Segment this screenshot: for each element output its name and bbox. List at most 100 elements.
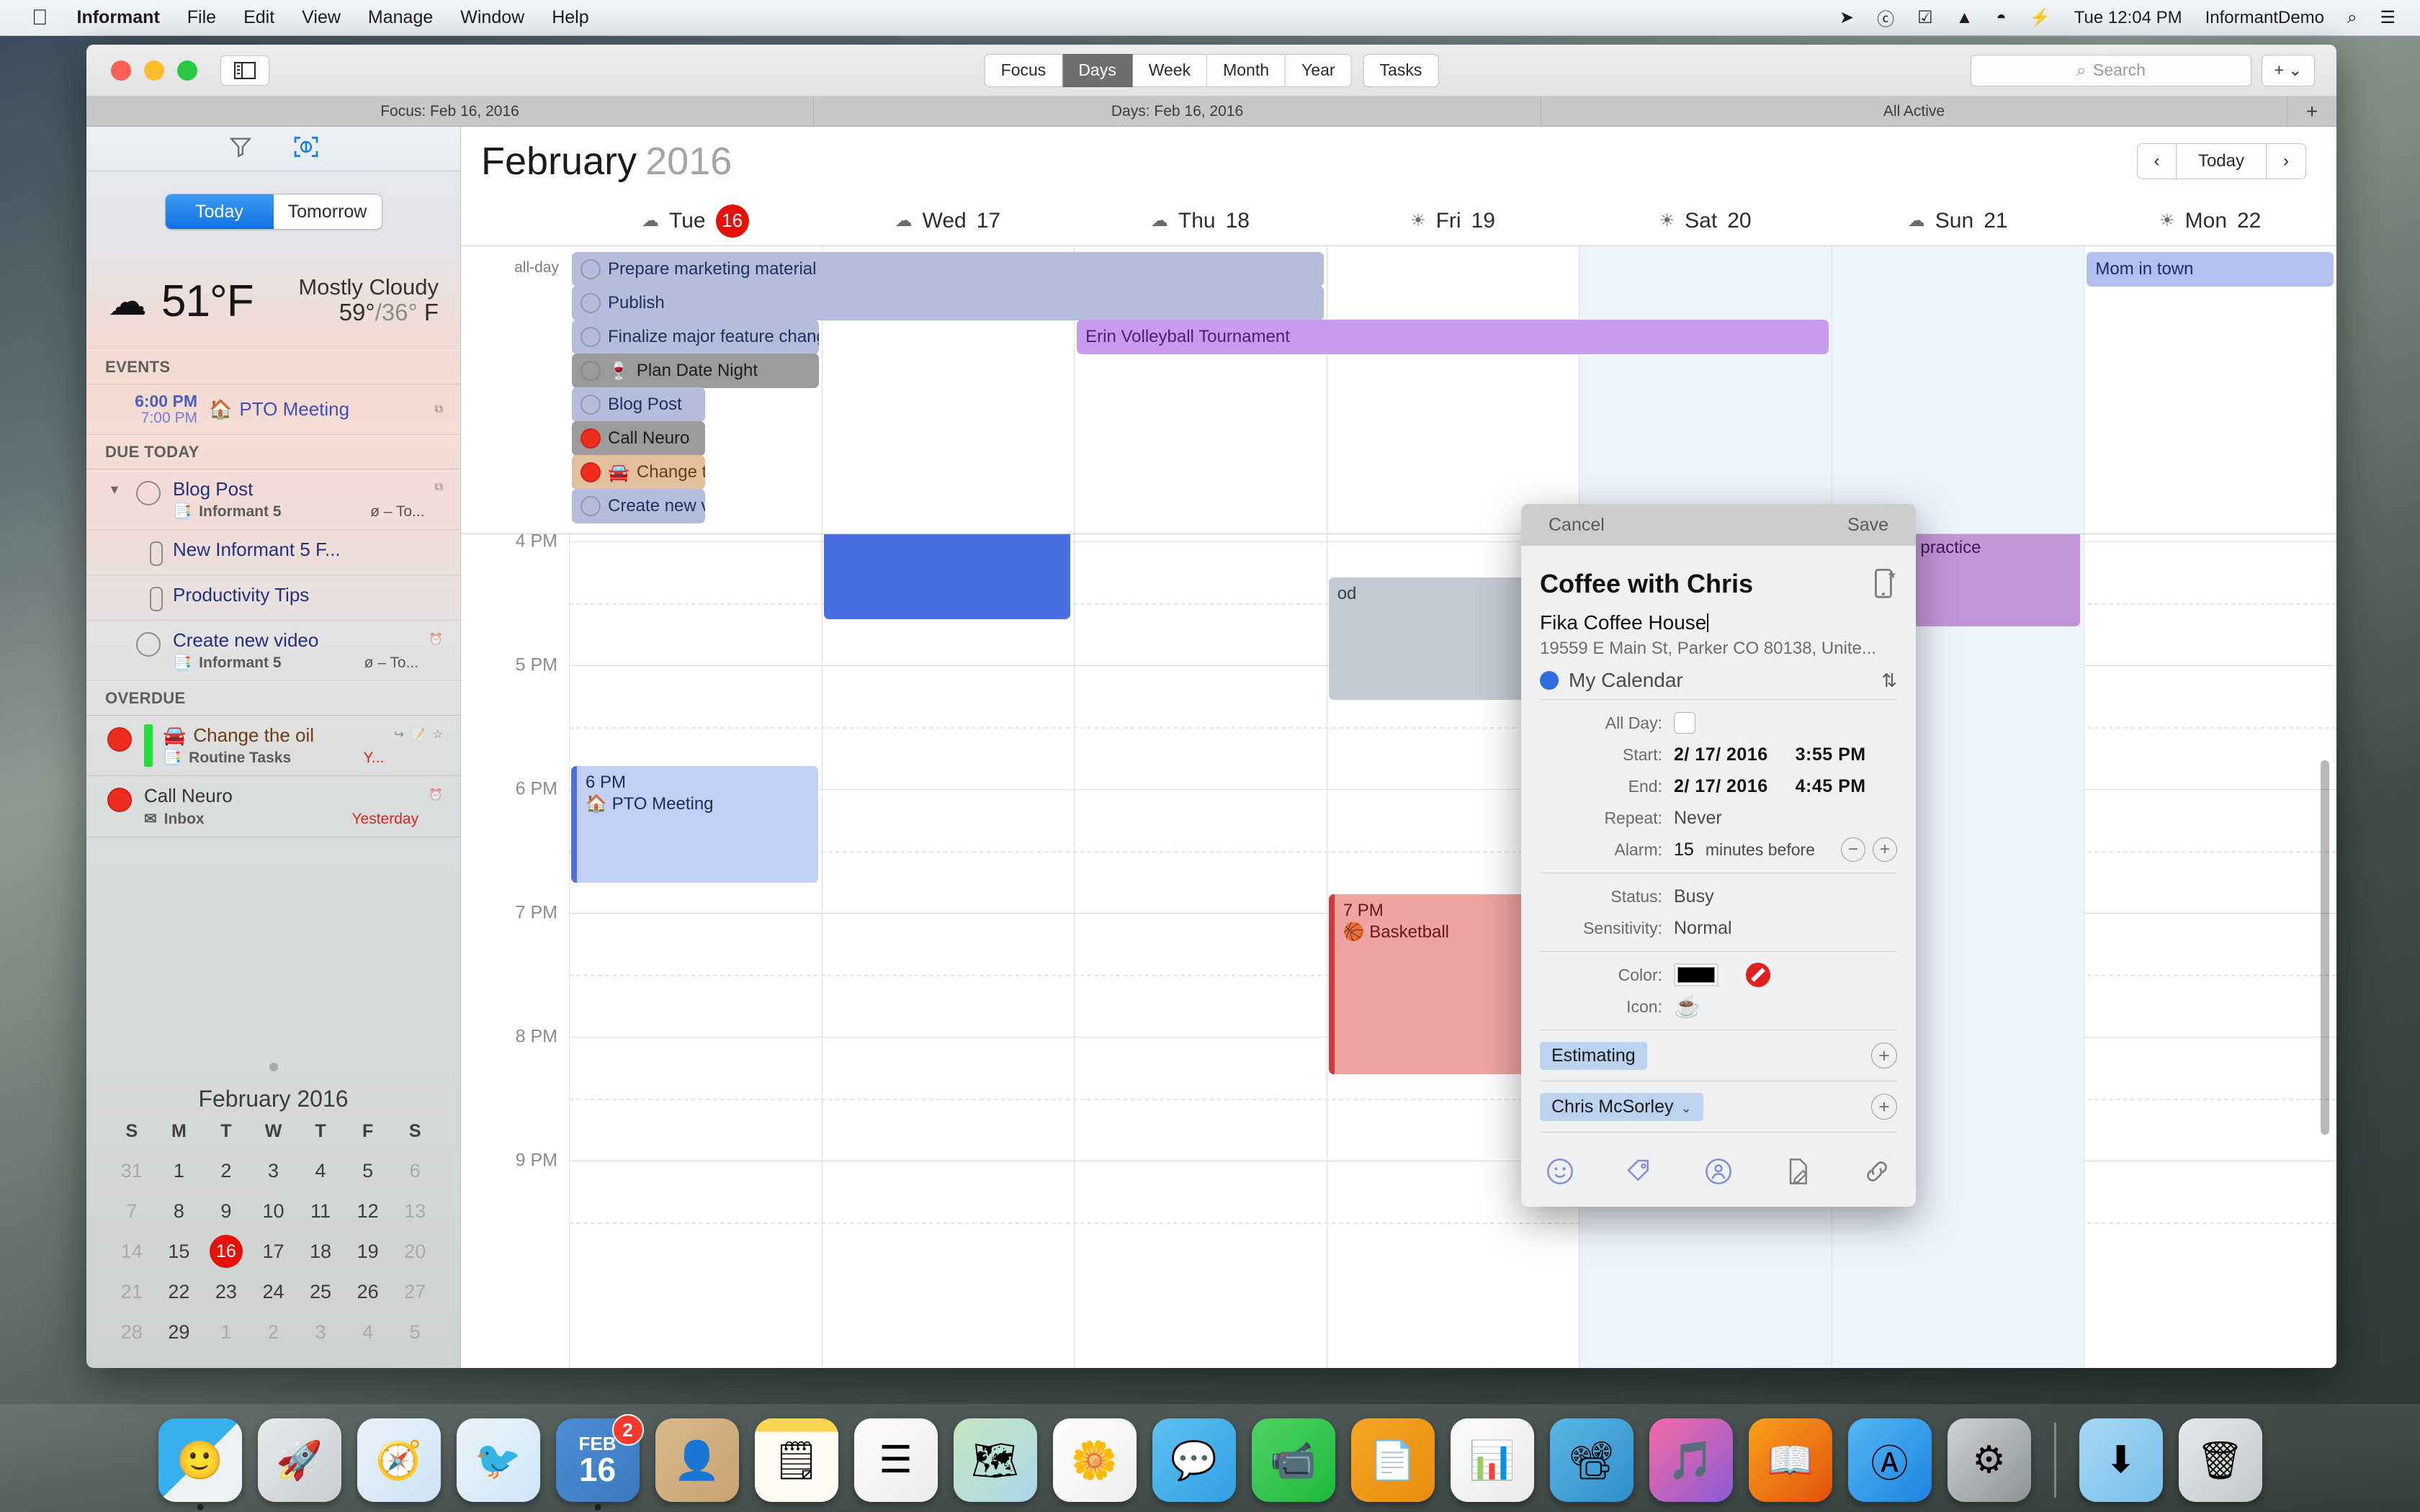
dock-pages[interactable]: 📄 xyxy=(1351,1418,1435,1502)
task-disclosure-triangle[interactable]: ▼ xyxy=(105,478,124,498)
start-date-field[interactable]: 2/ 17/ 2016 xyxy=(1674,744,1768,765)
task-action-icons[interactable]: ⏰ xyxy=(429,629,443,647)
apple-menu-icon[interactable]:  xyxy=(32,7,48,29)
day-header-fri[interactable]: ☀ Fri 19 xyxy=(1327,196,1579,246)
sidebar-event-row[interactable]: 6:00 PM 7:00 PM 🏠PTO Meeting ⧉ xyxy=(86,384,460,435)
mini-cal-day[interactable]: 21 xyxy=(108,1274,156,1309)
mini-cal-day[interactable]: 7 xyxy=(108,1194,156,1228)
menu-window[interactable]: Window xyxy=(460,7,524,28)
note-icon[interactable] xyxy=(1783,1157,1812,1191)
mini-cal-day[interactable]: 1 xyxy=(202,1315,250,1349)
mini-cal-day[interactable]: 8 xyxy=(156,1194,203,1228)
mini-cal-day[interactable]: 18 xyxy=(297,1234,344,1269)
all-day-event[interactable]: Publish xyxy=(572,286,1324,320)
mini-cal-day[interactable]: 10 xyxy=(250,1194,297,1228)
all-day-event[interactable]: Blog Post xyxy=(572,387,705,422)
view-tab-focus[interactable]: Focus xyxy=(985,54,1063,87)
all-day-event[interactable]: Prepare marketing material xyxy=(572,252,1324,287)
today-button[interactable]: Today xyxy=(2177,144,2267,179)
creative-cloud-icon[interactable]: ⓒ xyxy=(1877,5,1894,30)
task-checkbox[interactable] xyxy=(150,587,163,611)
dock-trash[interactable]: 🗑 xyxy=(2179,1418,2262,1502)
menubar-username[interactable]: InformantDemo xyxy=(2205,8,2324,28)
event-checkbox[interactable] xyxy=(581,496,601,516)
calendar-selector[interactable]: My Calendar ⇅ xyxy=(1540,669,1897,692)
mini-cal-day[interactable]: 24 xyxy=(250,1274,297,1309)
view-tab-month[interactable]: Month xyxy=(1207,54,1286,87)
due-today-task-row[interactable]: Create new video 📑 Informant 5 ø – To...… xyxy=(86,621,460,681)
subbar-focus-tab[interactable]: Focus: Feb 16, 2016 xyxy=(86,96,814,126)
mini-cal-day[interactable]: 13 xyxy=(391,1194,439,1228)
all-day-checkbox[interactable] xyxy=(1674,712,1695,734)
mini-cal-day[interactable]: 5 xyxy=(344,1153,392,1188)
view-tab-year[interactable]: Year xyxy=(1286,54,1351,87)
mini-cal-day[interactable]: 23 xyxy=(202,1274,250,1309)
dock-appstore[interactable]: Ⓐ xyxy=(1848,1418,1932,1502)
notification-center-icon[interactable]: ☰ xyxy=(2380,7,2396,28)
dock-contacts[interactable]: 👤 xyxy=(655,1418,739,1502)
mini-cal-day[interactable]: 9 xyxy=(202,1194,250,1228)
menu-help[interactable]: Help xyxy=(552,7,588,28)
dock-finder[interactable]: 🙂 xyxy=(158,1418,242,1502)
alarm-value[interactable]: 15 xyxy=(1674,840,1694,860)
task-action-icons[interactable]: ⏰ xyxy=(429,785,443,802)
menu-view[interactable]: View xyxy=(302,7,341,28)
mini-cal-day[interactable]: 29 xyxy=(156,1315,203,1349)
mini-cal-day[interactable]: 16 xyxy=(202,1234,250,1269)
mini-cal-day[interactable]: 2 xyxy=(202,1153,250,1188)
wifi-icon[interactable]: ◓ xyxy=(1996,8,2007,28)
event-location-field[interactable]: Fika Coffee House xyxy=(1540,611,1897,634)
previous-period-button[interactable]: ‹ xyxy=(2138,144,2177,179)
search-input[interactable]: ⌕ Search xyxy=(1971,55,2251,86)
dock-numbers[interactable]: 📊 xyxy=(1451,1418,1534,1502)
vertical-scrollbar[interactable] xyxy=(2321,760,2329,1135)
next-period-button[interactable]: › xyxy=(2267,144,2305,179)
clear-color-icon[interactable] xyxy=(1746,963,1770,987)
task-checkbox[interactable] xyxy=(107,788,132,812)
alarm-decrement-button[interactable]: − xyxy=(1841,837,1865,862)
dock-calendar[interactable]: FEB 162 xyxy=(556,1418,640,1502)
cancel-button[interactable]: Cancel xyxy=(1549,515,1605,536)
dock-maps[interactable]: 🗺 xyxy=(954,1418,1037,1502)
tag-icon[interactable] xyxy=(1625,1157,1654,1191)
calendar-stepper-icon[interactable]: ⇅ xyxy=(1881,673,1897,688)
tag-chip[interactable]: Estimating xyxy=(1540,1042,1647,1070)
all-day-event[interactable]: 🚘Change the oil xyxy=(572,455,705,490)
day-toggle-tomorrow[interactable]: Tomorrow xyxy=(274,194,382,229)
overdue-task-row[interactable]: 🚘Change the oil 📑 Routine Tasks Y... ↪📝☆ xyxy=(86,716,460,776)
dock-downloads-folder[interactable]: ⬇ xyxy=(2079,1418,2163,1502)
alarm-increment-button[interactable]: + xyxy=(1873,837,1897,862)
event-icon-value[interactable]: ☕ xyxy=(1674,994,1700,1020)
day-header-sat[interactable]: ☀ Sat 20 xyxy=(1579,196,1832,246)
location-icon[interactable]: ➤ xyxy=(1839,7,1854,28)
dock-facetime[interactable]: 📹 xyxy=(1252,1418,1335,1502)
mini-cal-day[interactable]: 31 xyxy=(108,1153,156,1188)
status-value[interactable]: Busy xyxy=(1674,886,1714,907)
view-tab-week[interactable]: Week xyxy=(1133,54,1207,87)
event-checkbox[interactable] xyxy=(581,293,601,313)
mini-cal-day[interactable]: 3 xyxy=(250,1153,297,1188)
mini-cal-day[interactable]: 15 xyxy=(156,1234,203,1269)
dock-reminders[interactable]: ☰ xyxy=(854,1418,938,1502)
subbar-add-tab-button[interactable]: + xyxy=(2287,96,2336,126)
dock-launchpad[interactable]: 🚀 xyxy=(258,1418,341,1502)
menubar-clock[interactable]: Tue 12:04 PM xyxy=(2074,8,2182,28)
mini-cal-day[interactable]: 11 xyxy=(297,1194,344,1228)
mini-cal-day[interactable]: 6 xyxy=(391,1153,439,1188)
all-day-event[interactable]: Call Neuro xyxy=(572,421,705,456)
all-day-event[interactable]: 🍷Plan Date Night xyxy=(572,354,819,388)
event-checkbox[interactable] xyxy=(581,428,601,449)
mini-cal-day[interactable]: 2 xyxy=(250,1315,297,1349)
color-swatch[interactable] xyxy=(1674,963,1718,986)
repeat-value[interactable]: Never xyxy=(1674,808,1722,829)
event-checkbox[interactable] xyxy=(581,327,601,347)
airplay-icon[interactable]: ▲ xyxy=(1956,8,1973,28)
timed-event[interactable]: 3:55 PM xyxy=(824,534,1071,619)
all-day-event[interactable]: Finalize major feature changes xyxy=(572,320,819,354)
dock-system-preferences[interactable]: ⚙ xyxy=(1948,1418,2031,1502)
event-title-field[interactable]: Coffee with Chris xyxy=(1540,569,1897,606)
emoji-icon[interactable] xyxy=(1546,1157,1574,1191)
sidebar-toggle-button[interactable] xyxy=(220,55,269,86)
mini-cal-day[interactable]: 4 xyxy=(297,1153,344,1188)
contact-icon[interactable] xyxy=(1704,1157,1733,1191)
